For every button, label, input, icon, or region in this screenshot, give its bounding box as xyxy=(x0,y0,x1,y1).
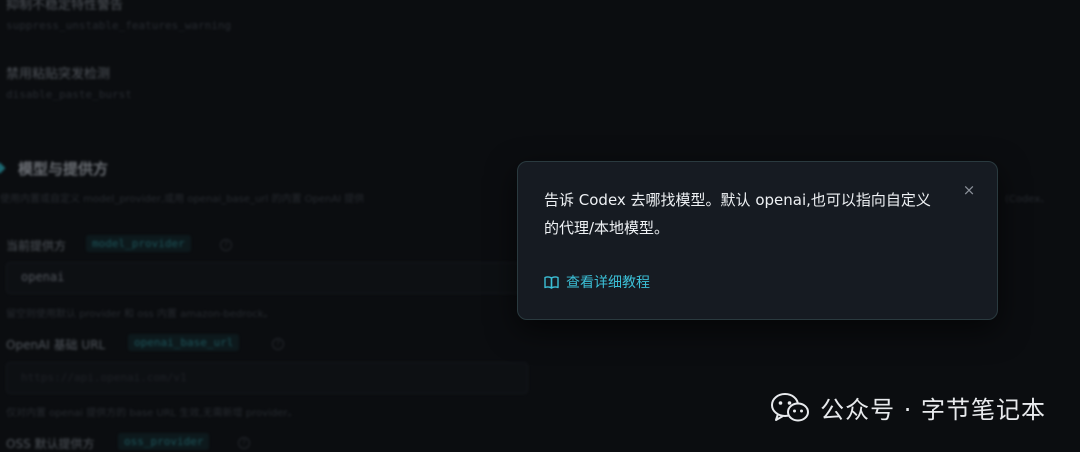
watermark: 公众号 · 字节笔记本 xyxy=(770,390,1046,425)
base-url-label: OpenAI 基础 URL xyxy=(6,338,106,352)
oss-label: OSS 默认提供方 xyxy=(6,437,95,451)
setting-key: suppress_unstable_features_warning xyxy=(6,19,232,32)
provider-field[interactable]: openai xyxy=(6,262,528,294)
base-url-placeholder: https://api.openai.com/v1 xyxy=(21,371,187,384)
help-icon[interactable]: ? xyxy=(220,239,232,251)
popover-message: 告诉 Codex 去哪找模型。默认 openai,也可以指向自定义的代理/本地模… xyxy=(544,191,931,237)
help-popover: 告诉 Codex 去哪找模型。默认 openai,也可以指向自定义的代理/本地模… xyxy=(517,161,998,320)
provider-label: 当前提供方 xyxy=(6,239,67,253)
section-description-tail: (Codex、 xyxy=(1005,194,1051,205)
base-url-hint: 仅对内置 openai 提供方的 base URL 生效,无需新增 provid… xyxy=(6,408,298,419)
section-icon: ◆ xyxy=(0,158,6,176)
tutorial-link[interactable]: 查看详细教程 xyxy=(544,272,650,292)
help-icon[interactable]: ? xyxy=(238,437,250,449)
book-icon xyxy=(544,275,559,289)
setting-title: 禁用粘贴突发检测 xyxy=(6,67,111,82)
base-url-field[interactable]: https://api.openai.com/v1 xyxy=(6,362,528,394)
section-title: 模型与提供方 xyxy=(18,160,109,178)
provider-tag: model_provider xyxy=(86,235,191,252)
base-url-tag: openai_base_url xyxy=(128,334,240,351)
close-icon[interactable]: × xyxy=(962,183,976,198)
help-icon[interactable]: ? xyxy=(272,338,284,350)
tutorial-link-label: 查看详细教程 xyxy=(566,275,650,291)
setting-key: disable_paste_burst xyxy=(6,88,132,101)
provider-value: openai xyxy=(21,270,65,284)
provider-hint: 留空则使用默认 provider 和 oss 内置 amazon-bedrock… xyxy=(6,309,274,320)
section-description: 使用内置或自定义 model_provider,或用 openai_base_u… xyxy=(0,194,365,205)
setting-title: 抑制不稳定特性警告 xyxy=(6,0,124,13)
oss-tag: oss_provider xyxy=(118,433,210,450)
watermark-text: 公众号 · 字节笔记本 xyxy=(820,396,1046,424)
wechat-icon xyxy=(771,392,810,421)
